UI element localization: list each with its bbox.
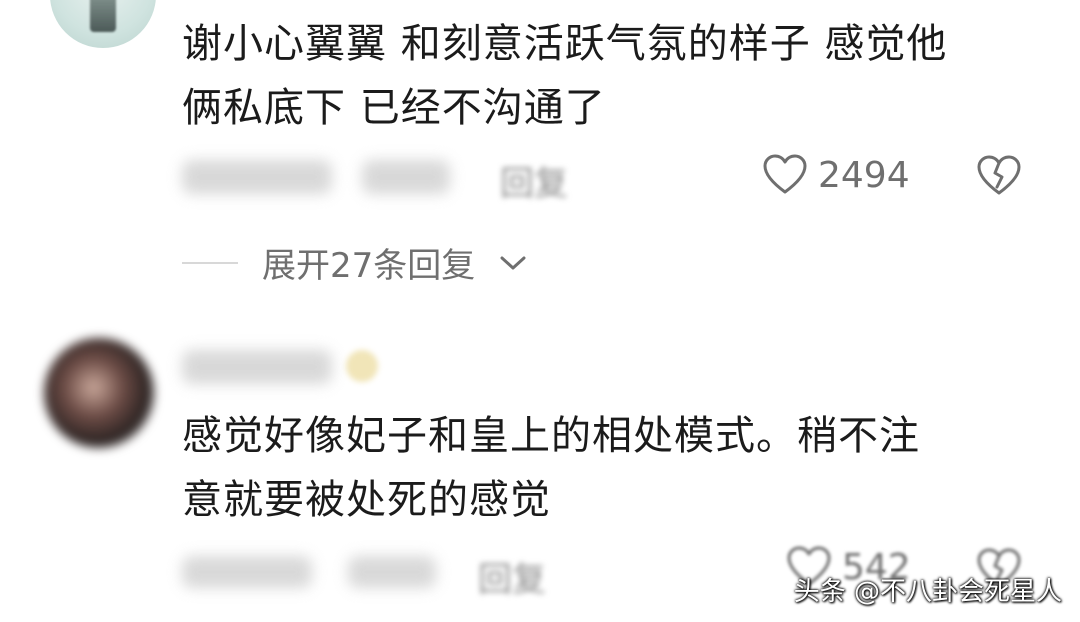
- broken-heart-icon[interactable]: [976, 155, 1022, 197]
- avatar[interactable]: [44, 338, 154, 448]
- comment-text-line: 意就要被处死的感觉: [182, 477, 551, 523]
- comment-location-blurred: [362, 160, 450, 194]
- reply-button[interactable]: 回复: [500, 156, 568, 205]
- comment-text-line: 俩私底下 已经不沟通了: [182, 85, 606, 131]
- avatar[interactable]: [50, 0, 156, 48]
- username-blurred: [182, 350, 332, 384]
- heart-outline-icon: [762, 154, 808, 196]
- watermark: 头条 @不八卦会死星人: [793, 577, 1062, 607]
- like-button[interactable]: 2494: [762, 154, 910, 196]
- comment-text: 谢小心翼翼 和刻意活跃气氛的样子 感觉他 俩私底下 已经不沟通了: [182, 12, 947, 140]
- comment-list: 谢小心翼翼 和刻意活跃气氛的样子 感觉他 俩私底下 已经不沟通了 回复 2494…: [0, 0, 1080, 622]
- reply-button[interactable]: 回复: [478, 552, 546, 601]
- divider: [182, 261, 238, 264]
- comment-time-blurred: [182, 556, 312, 588]
- comment-location-blurred: [348, 556, 436, 588]
- like-count: 2494: [818, 154, 910, 196]
- expand-replies-button[interactable]: 展开27条回复: [182, 238, 527, 287]
- user-badge-icon: [346, 350, 378, 382]
- expand-replies-label: 展开27条回复: [262, 246, 476, 286]
- comment-time-blurred: [182, 160, 332, 194]
- chevron-down-icon: [499, 253, 527, 273]
- comment-text-line: 感觉好像妃子和皇上的相处模式。稍不注: [182, 413, 920, 459]
- avatar-figure: [90, 0, 116, 32]
- comment-text-line: 谢小心翼翼 和刻意活跃气氛的样子 感觉他: [182, 21, 948, 67]
- comment-text: 感觉好像妃子和皇上的相处模式。稍不注 意就要被处死的感觉: [182, 404, 920, 532]
